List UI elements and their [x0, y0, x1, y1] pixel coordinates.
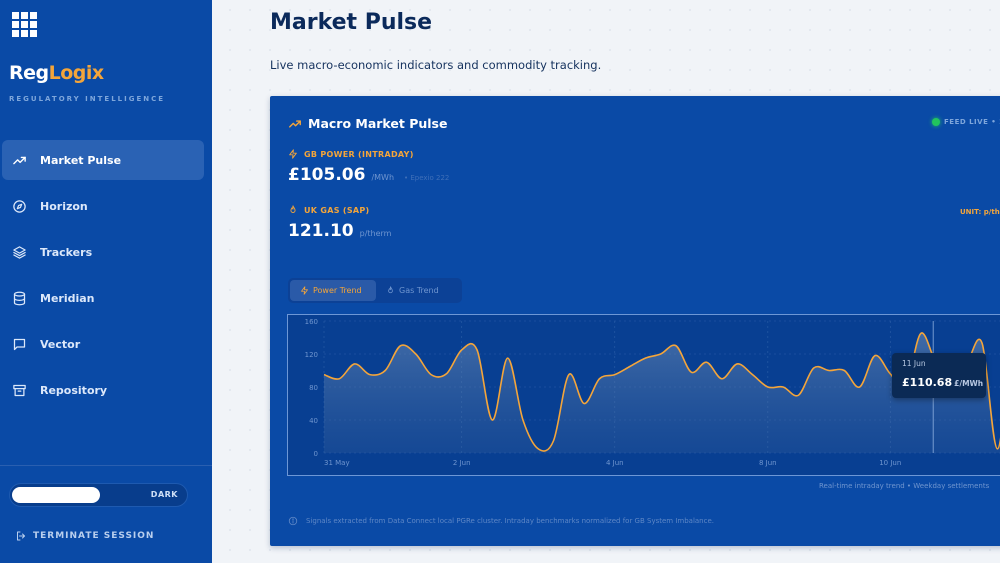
logo-icon — [12, 12, 39, 39]
tooltip-value-row: £110.68 £/MWh — [902, 376, 983, 389]
power-unit: /MWh — [371, 173, 395, 182]
gas-value: 121.10 — [288, 221, 354, 241]
page-description: Live macro-economic indicators and commo… — [270, 58, 602, 72]
sidebar-item-label: Market Pulse — [40, 153, 122, 167]
sidebar-item-label: Repository — [40, 383, 108, 397]
tab-label: Power Trend — [313, 286, 362, 295]
sidebar-item-label: Horizon — [40, 199, 88, 213]
sidebar-item-market-pulse[interactable]: Market Pulse — [2, 140, 204, 180]
terminate-session-button[interactable]: TERMINATE SESSION — [15, 530, 154, 542]
y-tick-label: 0 — [314, 450, 318, 458]
lightning-icon — [301, 286, 308, 295]
trend-tabs: Power Trend Gas Trend — [288, 278, 462, 303]
sidebar-item-vector[interactable]: Vector — [2, 324, 204, 364]
y-tick-label: 120 — [305, 351, 318, 359]
tab-power-trend[interactable]: Power Trend — [290, 280, 376, 301]
sidebar-item-repository[interactable]: Repository — [2, 370, 204, 410]
brand-tagline: REGULATORY INTELLIGENCE — [9, 95, 166, 103]
panel-header: Macro Market Pulse — [288, 116, 447, 131]
brand-logo: RegLogix — [9, 62, 104, 84]
gas-metric-label: UK GAS (SAP) — [288, 205, 370, 215]
panel-footnote: Signals extracted from Data Connect loca… — [288, 516, 714, 526]
chart-tooltip: 11 Jun £110.68 £/MWh — [892, 353, 986, 398]
trending-up-icon — [10, 151, 28, 169]
feed-status-label: FEED LIVE • 2 — [944, 118, 1000, 126]
tab-label: Gas Trend — [399, 286, 439, 295]
power-value: £105.06 — [288, 165, 366, 185]
gas-metric-value: 121.10 p/therm — [288, 221, 401, 241]
logout-icon — [17, 531, 25, 541]
flame-icon — [290, 205, 296, 213]
feed-status: FEED LIVE • 2 — [932, 118, 1000, 126]
tooltip-value: £110.68 — [902, 376, 953, 389]
live-dot-icon — [932, 118, 940, 126]
sidebar-item-meridian[interactable]: Meridian — [2, 278, 204, 318]
sidebar-item-label: Trackers — [40, 245, 93, 259]
panel-title: Macro Market Pulse — [308, 116, 448, 131]
theme-toggle-knob[interactable] — [12, 487, 100, 503]
tooltip-date: 11 Jun — [902, 359, 926, 368]
tab-gas-trend[interactable]: Gas Trend — [376, 280, 449, 301]
x-tick-label: 4 Jun — [606, 459, 624, 467]
sidebar-item-horizon[interactable]: Horizon — [2, 186, 204, 226]
y-tick-label: 160 — [305, 318, 318, 326]
x-tick-label: 2 Jun — [453, 459, 471, 467]
theme-toggle-label: DARK — [150, 490, 178, 499]
power-extra: • Epexio 222 — [404, 174, 450, 182]
power-metric-value: £105.06 /MWh • Epexio 222 — [288, 165, 449, 185]
x-tick-label: 10 Jun — [879, 459, 901, 467]
gas-label: UK GAS (SAP) — [304, 205, 370, 215]
x-tick-label: 31 May — [324, 459, 350, 467]
brand-reg: Reg — [9, 62, 49, 84]
y-tick-label: 40 — [309, 417, 318, 425]
chart-footer: Real-time intraday trend • Weekday settl… — [819, 482, 990, 490]
trending-up-icon — [289, 119, 301, 128]
power-label: GB POWER (INTRADAY) — [304, 149, 414, 159]
y-tick-label: 80 — [309, 384, 318, 392]
info-icon — [288, 516, 298, 526]
database-icon — [10, 289, 28, 307]
terminate-session-label: TERMINATE SESSION — [33, 531, 155, 541]
flame-icon — [388, 286, 393, 294]
sidebar-divider — [0, 465, 212, 466]
page-title: Market Pulse — [270, 10, 433, 35]
compass-icon — [10, 197, 28, 215]
power-metric-label: GB POWER (INTRADAY) — [288, 149, 414, 159]
brand-logix: Logix — [48, 62, 105, 84]
layers-icon — [10, 243, 28, 261]
sidebar-item-label: Vector — [40, 337, 81, 351]
gas-unit: p/therm — [359, 229, 392, 238]
archive-icon — [10, 381, 28, 399]
lightning-icon — [289, 149, 297, 159]
tooltip-unit: £/MWh — [954, 379, 984, 388]
unit-note: UNIT: p/the — [960, 208, 1000, 216]
footnote-text: Signals extracted from Data Connect loca… — [306, 517, 714, 525]
sidebar-item-trackers[interactable]: Trackers — [2, 232, 204, 272]
market-pulse-panel: Macro Market Pulse FEED LIVE • 2 GB POWE… — [270, 96, 1000, 546]
sidebar: RegLogix REGULATORY INTELLIGENCE Market … — [0, 0, 212, 563]
theme-toggle[interactable]: DARK — [9, 483, 188, 507]
sidebar-item-label: Meridian — [40, 291, 95, 305]
message-square-icon — [10, 335, 28, 353]
x-tick-label: 8 Jun — [759, 459, 777, 467]
